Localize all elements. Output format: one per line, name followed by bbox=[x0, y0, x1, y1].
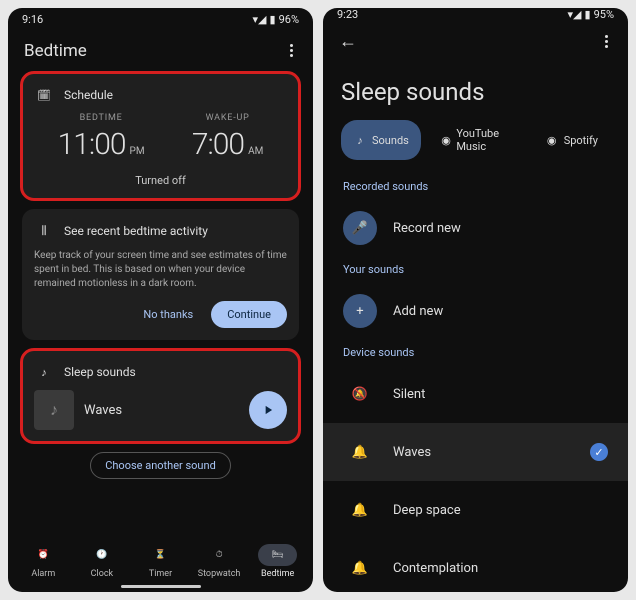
continue-button[interactable]: Continue bbox=[211, 301, 287, 328]
tab-clock[interactable]: 🕐Clock bbox=[73, 544, 132, 579]
sound-item-waves[interactable]: 🔔 Waves ✓ bbox=[323, 423, 628, 481]
activity-icon: ⫼ bbox=[34, 221, 54, 241]
back-button[interactable]: ← bbox=[339, 31, 357, 52]
battery-icon: ▮ bbox=[270, 13, 276, 26]
play-icon bbox=[261, 403, 275, 417]
status-time: 9:16 bbox=[22, 13, 43, 26]
stopwatch-icon: ⏱ bbox=[216, 544, 223, 566]
bell-icon: 🔔 bbox=[343, 435, 377, 469]
bed-icon: 🛏 bbox=[258, 544, 297, 566]
sound-thumbnail: ♪ bbox=[34, 390, 74, 430]
source-chips: ♪Sounds ◉YouTube Music ◉Spotify bbox=[323, 120, 628, 174]
current-sound: Waves bbox=[84, 403, 239, 418]
music-icon: ♪ bbox=[34, 362, 54, 382]
schedule-card[interactable]: 🗓 Schedule BEDTIME 11:00 PM WAKE-UP 7:00… bbox=[22, 73, 299, 199]
status-right: ▾◢ ▮ 96% bbox=[253, 13, 299, 26]
phone-sleep-sounds: 9:23 ▾◢ ▮ 95% ← Sleep sounds ♪Sounds ◉Yo… bbox=[323, 8, 628, 592]
bell-off-icon: 🔕 bbox=[343, 377, 377, 411]
tab-bar: ⏰Alarm 🕐Clock ⏳Timer ⏱Stopwatch 🛏Bedtime bbox=[8, 536, 313, 583]
device-sounds-label: Device sounds bbox=[323, 340, 628, 365]
spotify-icon: ◉ bbox=[545, 133, 559, 147]
tab-alarm[interactable]: ⏰Alarm bbox=[14, 544, 73, 579]
timer-icon: ⏳ bbox=[155, 544, 166, 566]
status-bar: 9:23 ▾◢ ▮ 95% bbox=[323, 8, 628, 21]
sounds-icon: ♪ bbox=[353, 133, 367, 147]
tab-bedtime[interactable]: 🛏Bedtime bbox=[248, 544, 307, 579]
page-title: Bedtime bbox=[24, 41, 87, 61]
bedtime-block[interactable]: BEDTIME 11:00 PM bbox=[58, 113, 145, 162]
wakeup-label: WAKE-UP bbox=[192, 113, 264, 123]
tab-stopwatch[interactable]: ⏱Stopwatch bbox=[190, 544, 249, 579]
mic-icon: 🎤 bbox=[343, 211, 377, 245]
bell-icon: 🔔 bbox=[343, 493, 377, 527]
activity-desc: Keep track of your screen time and see e… bbox=[34, 249, 287, 291]
recorded-sounds-label: Recorded sounds bbox=[323, 174, 628, 199]
bell-icon: 🔔 bbox=[343, 551, 377, 585]
battery-icon: ▮ bbox=[585, 8, 591, 21]
wakeup-ampm: AM bbox=[248, 146, 263, 157]
status-right: ▾◢ ▮ 95% bbox=[568, 8, 614, 21]
more-icon[interactable] bbox=[286, 40, 297, 61]
chip-spotify[interactable]: ◉Spotify bbox=[533, 120, 610, 160]
play-button[interactable] bbox=[249, 391, 287, 429]
sound-item-contemplation[interactable]: 🔔 Contemplation bbox=[323, 539, 628, 592]
record-new-item[interactable]: 🎤 Record new bbox=[323, 199, 628, 257]
sound-item-deep-space[interactable]: 🔔 Deep space bbox=[323, 481, 628, 539]
no-thanks-button[interactable]: No thanks bbox=[135, 302, 201, 327]
tab-timer[interactable]: ⏳Timer bbox=[131, 544, 190, 579]
home-indicator[interactable] bbox=[121, 585, 201, 588]
schedule-status: Turned off bbox=[34, 174, 287, 187]
bedtime-time: 11:00 bbox=[58, 127, 126, 162]
clock-icon: 🕐 bbox=[96, 544, 107, 566]
chip-sounds[interactable]: ♪Sounds bbox=[341, 120, 421, 160]
status-time: 9:23 bbox=[337, 8, 358, 21]
wifi-icon: ▾◢ bbox=[253, 13, 267, 26]
battery-pct: 96% bbox=[279, 13, 299, 26]
more-icon[interactable] bbox=[601, 31, 612, 52]
status-bar: 9:16 ▾◢ ▮ 96% bbox=[8, 8, 313, 30]
chip-youtube-music[interactable]: ◉YouTube Music bbox=[429, 120, 525, 160]
battery-pct: 95% bbox=[594, 8, 614, 21]
sound-item-silent[interactable]: 🔕 Silent bbox=[323, 365, 628, 423]
header: ← bbox=[323, 21, 628, 62]
plus-icon: + bbox=[343, 294, 377, 328]
youtube-icon: ◉ bbox=[441, 133, 451, 147]
calendar-icon: 🗓 bbox=[34, 85, 54, 105]
choose-another-sound-button[interactable]: Choose another sound bbox=[90, 452, 231, 479]
wakeup-time: 7:00 bbox=[192, 127, 244, 162]
activity-card: ⫼ See recent bedtime activity Keep track… bbox=[22, 209, 299, 340]
activity-heading: See recent bedtime activity bbox=[64, 224, 208, 238]
bedtime-label: BEDTIME bbox=[58, 113, 145, 123]
page-title: Sleep sounds bbox=[323, 62, 628, 120]
phone-bedtime: 9:16 ▾◢ ▮ 96% Bedtime 🗓 Schedule BEDTIME… bbox=[8, 8, 313, 592]
header: Bedtime bbox=[8, 30, 313, 67]
schedule-heading: Schedule bbox=[64, 88, 113, 102]
alarm-icon: ⏰ bbox=[38, 544, 49, 566]
your-sounds-label: Your sounds bbox=[323, 257, 628, 282]
sleep-sounds-card[interactable]: ♪ Sleep sounds ♪ Waves bbox=[22, 350, 299, 442]
bedtime-ampm: PM bbox=[130, 146, 145, 157]
checkmark-icon: ✓ bbox=[590, 443, 608, 461]
wifi-icon: ▾◢ bbox=[568, 8, 582, 21]
wakeup-block[interactable]: WAKE-UP 7:00 AM bbox=[192, 113, 264, 162]
content: 🗓 Schedule BEDTIME 11:00 PM WAKE-UP 7:00… bbox=[8, 67, 313, 536]
add-new-item[interactable]: + Add new bbox=[323, 282, 628, 340]
sounds-heading: Sleep sounds bbox=[64, 365, 136, 379]
